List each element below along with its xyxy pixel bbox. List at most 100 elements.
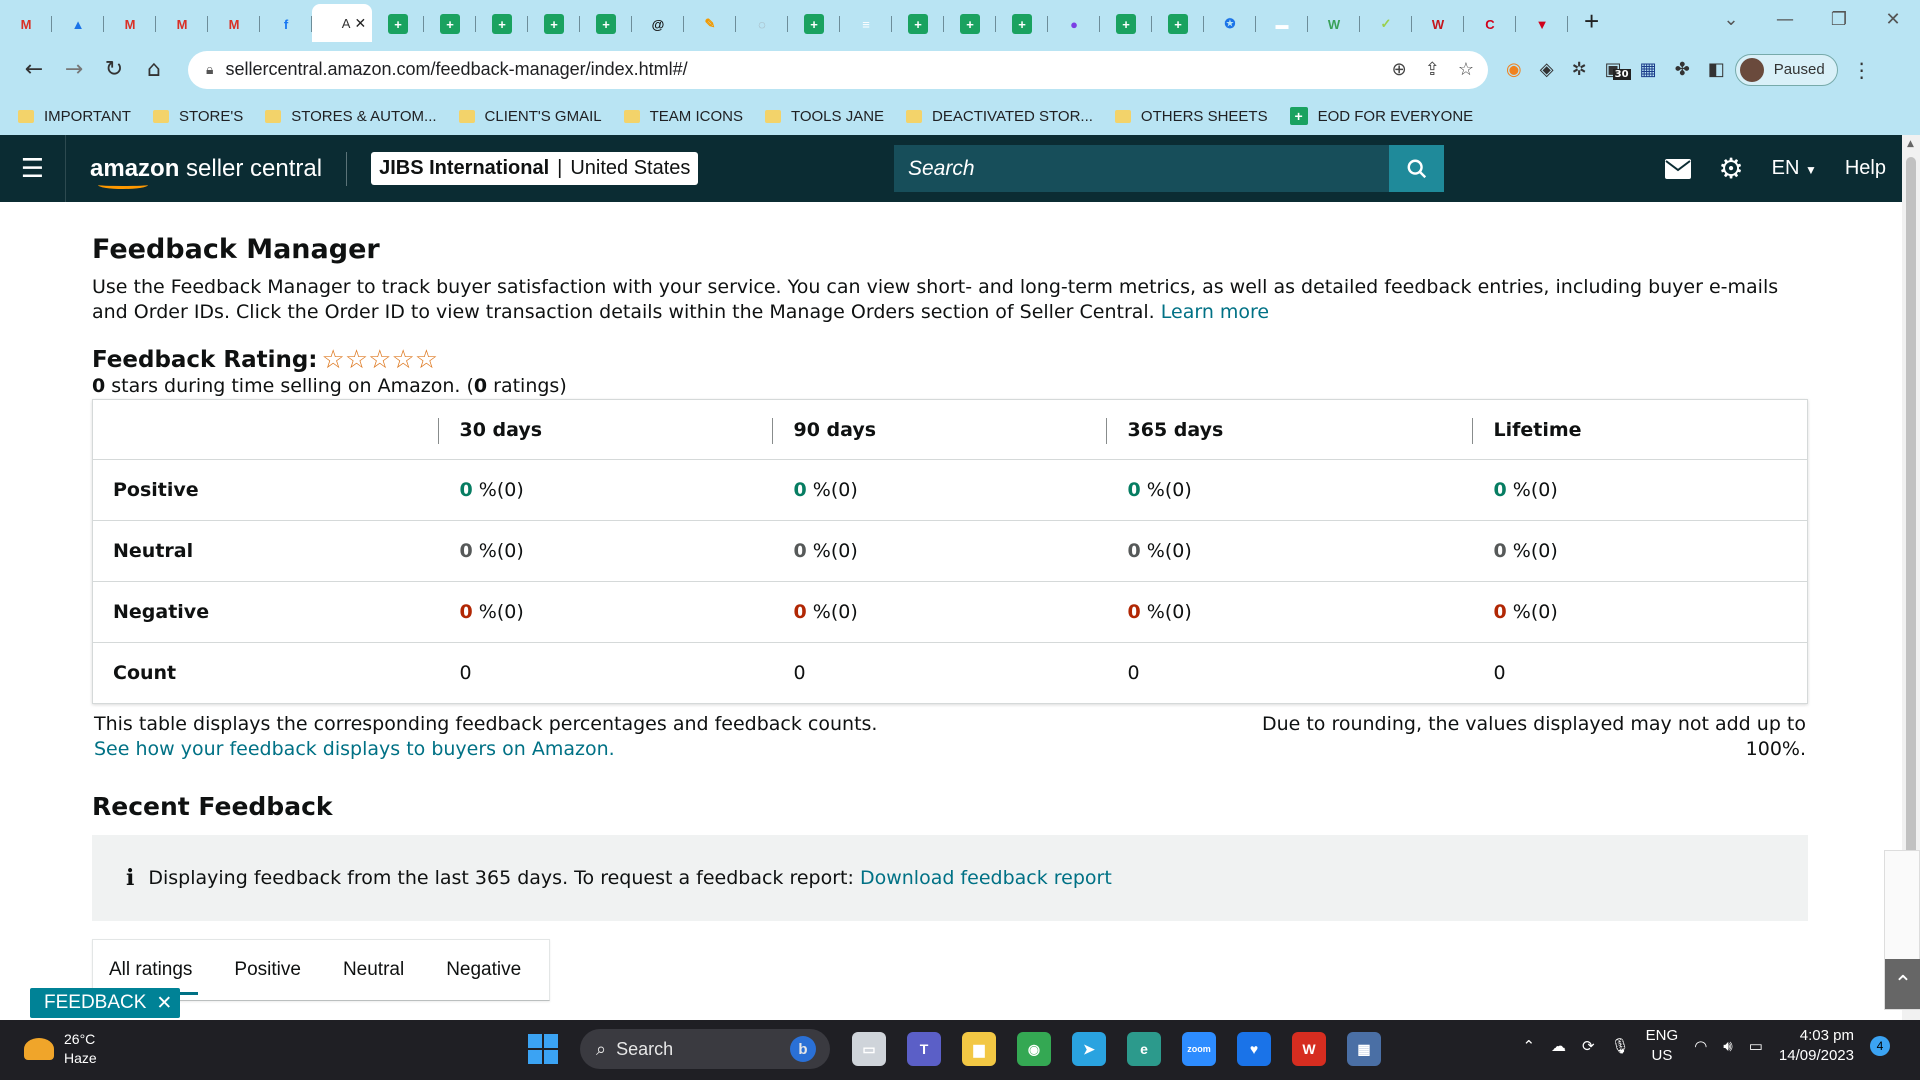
- browser-tab[interactable]: +: [580, 6, 632, 42]
- browser-tab[interactable]: ●: [1048, 6, 1100, 42]
- browser-tab[interactable]: +: [476, 6, 528, 42]
- filter-tab-positive[interactable]: Positive: [234, 959, 301, 981]
- extension-orange-icon[interactable]: ◉: [1506, 59, 1522, 80]
- feedback-widget-button[interactable]: FEEDBACK ✕: [30, 988, 181, 1018]
- browser-tab[interactable]: f: [260, 6, 312, 42]
- teams-icon[interactable]: T: [907, 1032, 941, 1066]
- sync-icon[interactable]: ⟳: [1582, 1037, 1595, 1055]
- edge-icon[interactable]: e: [1127, 1032, 1161, 1066]
- bookmark-star-icon[interactable]: ☆: [1458, 59, 1474, 80]
- extension-wheel-icon[interactable]: ✲: [1572, 59, 1587, 80]
- site-info-icon[interactable]: 🔒︎: [206, 61, 213, 78]
- search-input[interactable]: [894, 145, 1389, 192]
- bookmark-item[interactable]: + EOD FOR EVERYONE: [1289, 107, 1473, 125]
- browser-tab[interactable]: ✎: [684, 6, 736, 42]
- task-view-icon[interactable]: ▭: [852, 1032, 886, 1066]
- calculator-icon[interactable]: ▦: [1347, 1032, 1381, 1066]
- filter-tab-negative[interactable]: Negative: [446, 959, 521, 981]
- url-bar[interactable]: 🔒︎ sellercentral.amazon.com/feedback-man…: [188, 50, 1488, 89]
- minimize-button[interactable]: —: [1758, 0, 1812, 38]
- extension-tag-icon[interactable]: ◈: [1540, 59, 1554, 80]
- clock[interactable]: 4:03 pm 14/09/2023: [1779, 1026, 1854, 1066]
- browser-tab[interactable]: M: [0, 6, 52, 42]
- browser-tab[interactable]: +: [424, 6, 476, 42]
- share-icon[interactable]: ⇪: [1425, 59, 1440, 80]
- browser-tab[interactable]: C: [1464, 6, 1516, 42]
- back-button[interactable]: ←: [14, 57, 54, 82]
- bookmark-item[interactable]: IMPORTANT: [18, 108, 131, 125]
- bookmark-item[interactable]: CLIENT'S GMAIL: [458, 108, 602, 125]
- battery-icon[interactable]: ▭: [1749, 1037, 1763, 1055]
- browser-tab[interactable]: W: [1412, 6, 1464, 42]
- close-tab-icon[interactable]: ✕: [354, 15, 366, 32]
- telegram-icon[interactable]: ➤: [1072, 1032, 1106, 1066]
- see-feedback-display-link[interactable]: See how your feedback displays to buyers…: [94, 737, 877, 762]
- bookmark-item[interactable]: STORES & AUTOM...: [265, 108, 437, 125]
- browser-tab[interactable]: +: [1152, 6, 1204, 42]
- tray-overflow-icon[interactable]: ⌃: [1522, 1037, 1535, 1055]
- wps-icon[interactable]: W: [1292, 1032, 1326, 1066]
- chrome-icon[interactable]: ◉: [1017, 1032, 1051, 1066]
- help-link[interactable]: Help: [1845, 157, 1886, 180]
- browser-tab[interactable]: A A ✕: [312, 4, 372, 42]
- bookmark-item[interactable]: STORE'S: [152, 108, 243, 125]
- bookmark-item[interactable]: TOOLS JANE: [764, 108, 884, 125]
- microphone-icon[interactable]: 🎙︎: [1611, 1037, 1630, 1055]
- notification-badge[interactable]: 4: [1870, 1036, 1890, 1056]
- input-language[interactable]: ENG US: [1646, 1026, 1679, 1066]
- scrollbar-thumb[interactable]: [1906, 157, 1916, 912]
- onedrive-cloud-icon[interactable]: ☁: [1551, 1037, 1566, 1055]
- close-window-button[interactable]: ✕: [1866, 0, 1920, 38]
- restore-button[interactable]: ❐: [1812, 0, 1866, 38]
- browser-tab[interactable]: @: [632, 6, 684, 42]
- browser-tab[interactable]: ✪: [1204, 6, 1256, 42]
- scroll-to-top-icon[interactable]: ⌃: [1885, 959, 1920, 1009]
- browser-tab[interactable]: +: [372, 6, 424, 42]
- tab-search-icon[interactable]: ⌄: [1704, 0, 1758, 38]
- settings-gear-icon[interactable]: ⚙: [1719, 152, 1744, 185]
- hamburger-menu-icon[interactable]: ☰: [0, 135, 66, 202]
- browser-tab[interactable]: +: [996, 6, 1048, 42]
- extension-calendar-icon[interactable]: ▣30: [1605, 59, 1631, 80]
- browser-tab[interactable]: M: [208, 6, 260, 42]
- extensions-puzzle-icon[interactable]: ✤: [1675, 59, 1690, 80]
- filter-tab-neutral[interactable]: Neutral: [343, 959, 404, 981]
- browser-menu-icon[interactable]: ⋮: [1852, 58, 1872, 82]
- zoom-icon[interactable]: ⊕: [1392, 59, 1407, 80]
- browser-tab[interactable]: ▲: [52, 6, 104, 42]
- browser-tab[interactable]: M: [104, 6, 156, 42]
- browser-tab[interactable]: +: [944, 6, 996, 42]
- side-panel-icon[interactable]: ◧: [1708, 59, 1725, 80]
- scroll-up-arrow-icon[interactable]: ▲: [1907, 139, 1914, 149]
- vpn-icon[interactable]: ♥: [1237, 1032, 1271, 1066]
- home-button[interactable]: ⌂: [134, 57, 174, 82]
- browser-tab[interactable]: +: [528, 6, 580, 42]
- browser-tab[interactable]: ✓: [1360, 6, 1412, 42]
- account-switcher[interactable]: JIBS International | United States: [371, 152, 699, 185]
- learn-more-link[interactable]: Learn more: [1161, 301, 1269, 323]
- search-button[interactable]: [1389, 145, 1444, 192]
- wifi-icon[interactable]: ◠: [1694, 1037, 1707, 1055]
- messages-mail-icon[interactable]: [1664, 158, 1691, 179]
- browser-tab[interactable]: ≡: [840, 6, 892, 42]
- browser-tab[interactable]: ▬: [1256, 6, 1308, 42]
- browser-tab[interactable]: W: [1308, 6, 1360, 42]
- weather-widget[interactable]: 26°C Haze: [24, 1030, 97, 1068]
- close-icon[interactable]: ✕: [156, 992, 172, 1015]
- browser-tab[interactable]: +: [1100, 6, 1152, 42]
- volume-icon[interactable]: 🔊︎: [1723, 1038, 1732, 1055]
- download-feedback-report-link[interactable]: Download feedback report: [860, 867, 1112, 889]
- reload-button[interactable]: ↻: [94, 57, 134, 82]
- browser-tab[interactable]: M: [156, 6, 208, 42]
- browser-tab[interactable]: +: [788, 6, 840, 42]
- forward-button[interactable]: →: [54, 57, 94, 82]
- bookmark-item[interactable]: TEAM ICONS: [623, 108, 743, 125]
- bookmark-item[interactable]: DEACTIVATED STOR...: [906, 108, 1093, 125]
- zoom-icon[interactable]: zoom: [1182, 1032, 1216, 1066]
- language-selector[interactable]: EN ▼: [1772, 157, 1817, 180]
- bing-icon[interactable]: b: [790, 1036, 816, 1062]
- browser-tab[interactable]: ▼: [1516, 6, 1568, 42]
- taskbar-search[interactable]: ⌕ Search b: [580, 1029, 830, 1069]
- windows-start-icon[interactable]: [528, 1034, 558, 1064]
- bookmark-item[interactable]: OTHERS SHEETS: [1114, 108, 1268, 125]
